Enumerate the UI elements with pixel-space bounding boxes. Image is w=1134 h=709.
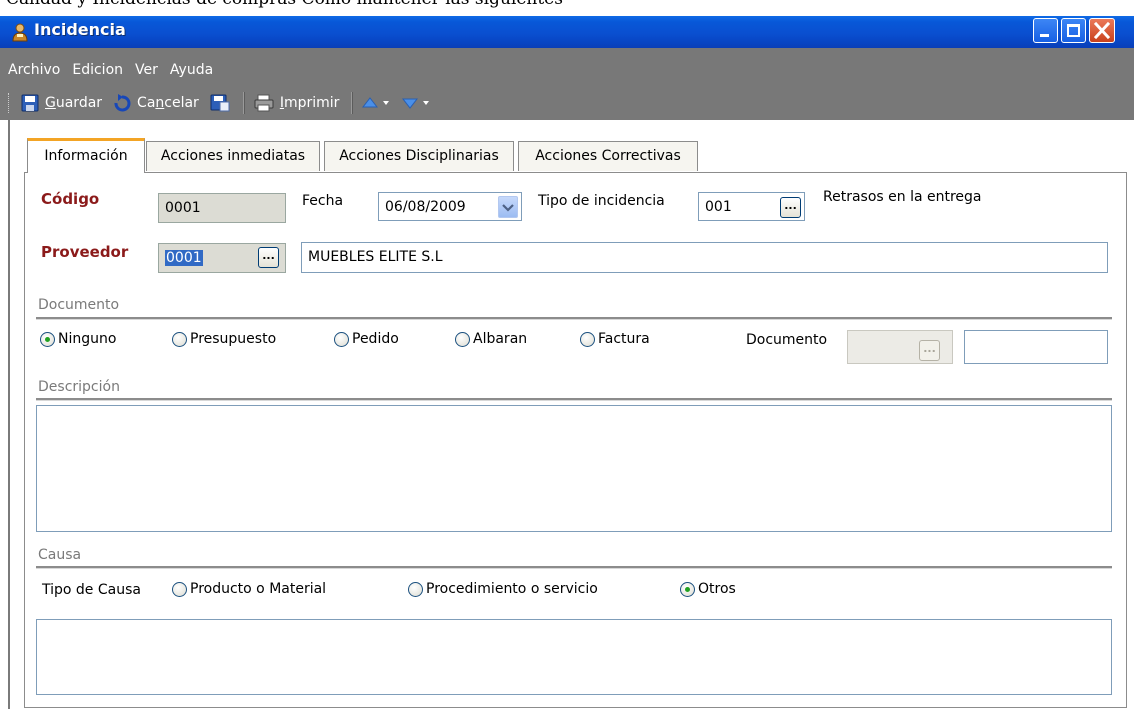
tipo-causa-label: Tipo de Causa <box>42 582 141 598</box>
tipo-incidencia-description: Retrasos en la entrega <box>823 189 982 205</box>
arrow-up-icon <box>362 97 379 108</box>
window-title: Incidencia <box>34 20 126 39</box>
radio-albaran[interactable]: Albaran <box>455 331 527 347</box>
save-icon <box>21 94 39 112</box>
toolbar: Guardar Cancelar Imprimir <box>8 90 441 116</box>
radio-button[interactable] <box>334 331 349 347</box>
maximize-button[interactable] <box>1061 18 1086 43</box>
toolbar-separator <box>351 92 354 114</box>
radio-pedido[interactable]: Pedido <box>334 331 399 347</box>
close-icon <box>1093 21 1111 40</box>
codigo-field[interactable]: 0001 <box>158 193 286 223</box>
toolbar-separator <box>242 92 245 114</box>
tab-acciones-inmediatas[interactable]: Acciones inmediatas <box>146 141 320 171</box>
date-dropdown-button[interactable] <box>498 196 518 218</box>
menu-edicion[interactable]: Edicion <box>72 62 123 82</box>
navigate-up-button[interactable] <box>361 96 391 110</box>
radio-ninguno[interactable]: Ninguno <box>40 331 116 347</box>
documento-section-title: Documento <box>38 297 120 313</box>
tipo-incidencia-label: Tipo de incidencia <box>538 193 665 209</box>
chevron-down-icon <box>502 204 514 212</box>
tab-informacion[interactable]: Información <box>27 138 145 173</box>
documento-label: Documento <box>746 332 828 348</box>
menu-ayuda[interactable]: Ayuda <box>170 62 213 82</box>
menu-ver[interactable]: Ver <box>135 62 158 82</box>
printer-icon <box>254 94 274 112</box>
toolbar-grip[interactable] <box>8 93 12 113</box>
causa-section-title: Causa <box>38 547 82 563</box>
chevron-down-icon[interactable] <box>381 98 391 108</box>
descripcion-section-title: Descripción <box>38 379 120 395</box>
cancelar-button[interactable]: Cancelar <box>112 93 199 113</box>
radio-button[interactable] <box>172 331 187 347</box>
causa-textarea[interactable] <box>36 619 1112 695</box>
radio-factura[interactable]: Factura <box>580 331 650 347</box>
title-bar <box>0 16 1134 48</box>
arrow-down-icon <box>402 98 419 109</box>
tab-acciones-correctivas[interactable]: Acciones Correctivas <box>518 141 698 171</box>
save-as-button[interactable] <box>209 93 231 113</box>
codigo-label: Código <box>41 190 100 208</box>
descripcion-textarea[interactable] <box>36 405 1112 532</box>
minimize-button[interactable] <box>1033 18 1058 43</box>
save-copy-icon <box>210 94 230 112</box>
navigate-down-button[interactable] <box>401 96 431 110</box>
user-icon <box>12 23 28 42</box>
fecha-field[interactable]: 06/08/2009 <box>378 192 522 221</box>
proveedor-lookup-button[interactable]: ... <box>258 247 279 268</box>
documento-number-field[interactable] <box>964 330 1108 364</box>
radio-button[interactable] <box>455 331 470 347</box>
radio-button[interactable] <box>40 331 55 347</box>
document-heading-cropped: Calidad y Incidencias de compras Como ma… <box>6 0 563 9</box>
radio-button[interactable] <box>408 581 423 597</box>
tab-acciones-disciplinarias[interactable]: Acciones Disciplinarias <box>324 141 514 171</box>
fecha-value: 06/08/2009 <box>385 199 466 215</box>
radio-presupuesto[interactable]: Presupuesto <box>172 331 276 347</box>
guardar-button[interactable]: Guardar <box>20 93 102 113</box>
tipo-incidencia-lookup-button[interactable]: ... <box>780 197 801 218</box>
imprimir-button[interactable]: Imprimir <box>253 93 339 113</box>
radio-procedimiento-servicio[interactable]: Procedimiento o servicio <box>408 581 598 597</box>
undo-icon <box>114 94 131 112</box>
causa-divider <box>36 566 1112 569</box>
radio-button[interactable] <box>580 331 595 347</box>
chevron-down-icon[interactable] <box>421 98 431 108</box>
radio-producto-material[interactable]: Producto o Material <box>172 581 326 597</box>
fecha-label: Fecha <box>302 193 344 209</box>
radio-button[interactable] <box>172 581 187 597</box>
descripcion-divider <box>36 398 1112 401</box>
window-frame <box>8 120 10 709</box>
proveedor-label: Proveedor <box>41 243 129 261</box>
proveedor-name-value: MUEBLES ELITE S.L <box>308 249 443 265</box>
radio-otros[interactable]: Otros <box>680 581 736 597</box>
menu-archivo[interactable]: Archivo <box>8 62 60 82</box>
radio-button[interactable] <box>680 581 695 597</box>
tipo-incidencia-value: 001 <box>705 199 732 215</box>
proveedor-name-field[interactable]: MUEBLES ELITE S.L <box>301 242 1108 273</box>
proveedor-code-value: 0001 <box>165 250 203 266</box>
close-button[interactable] <box>1089 18 1115 43</box>
documento-lookup-button: ... <box>919 340 940 361</box>
menu-bar: Archivo Edicion Ver Ayuda <box>8 62 213 82</box>
documento-divider <box>36 317 1112 320</box>
